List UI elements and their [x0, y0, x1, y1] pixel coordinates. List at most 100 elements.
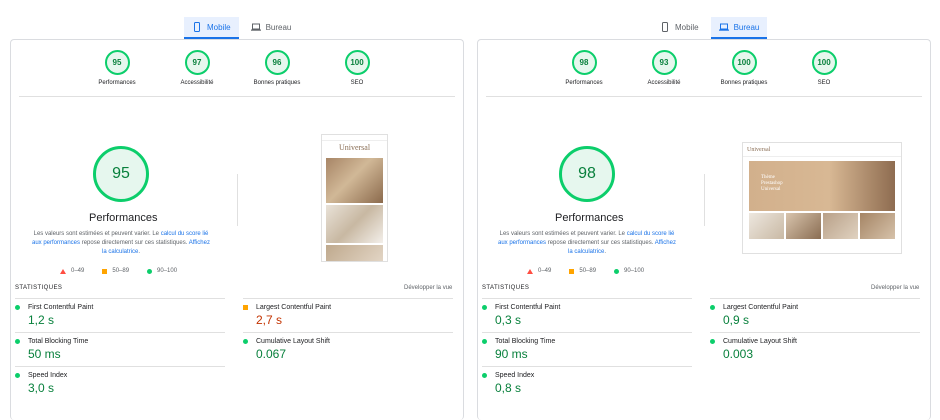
metric-name: Total Blocking Time: [28, 338, 89, 345]
triangle-icon: [60, 268, 66, 274]
divider: [704, 174, 705, 226]
score-legend: 0–49 50–89 90–100: [60, 268, 177, 274]
score-legend: 0–49 50–89 90–100: [527, 268, 644, 274]
summary-best-practices[interactable]: 100 Bonnes pratiques: [715, 50, 773, 86]
summary-performance[interactable]: 95 Performances: [88, 50, 146, 86]
laptop-icon: [250, 23, 261, 31]
score-gauge: 96: [264, 50, 290, 75]
phone-icon: [194, 22, 200, 32]
metric-fcp: First Contentful Paint 1,2 s: [15, 298, 225, 327]
score-gauge: 98: [571, 50, 597, 75]
tab-desktop-label: Bureau: [265, 22, 292, 32]
score-gauge: 100: [811, 50, 837, 75]
report-panel-mobile: 95 Performances 97 Accessibilité 96 Bonnes …: [10, 39, 464, 420]
metric-name: Speed Index: [28, 372, 68, 379]
square-icon: [243, 305, 248, 310]
product-image: [326, 205, 383, 243]
product-grid: [749, 213, 895, 239]
summary-accessibility[interactable]: 97 Accessibilité: [168, 50, 226, 86]
laptop-icon: [718, 23, 729, 31]
site-logo: Universal: [743, 143, 901, 157]
metric-value: 50 ms: [28, 347, 61, 361]
hero-image: Thème Prestashop Universal: [749, 161, 895, 211]
product-image: [823, 213, 858, 239]
stats-heading: STATISTIQUES: [482, 285, 530, 291]
device-tabs-left: Mobile Bureau: [184, 17, 299, 39]
metric-value: 3,0 s: [28, 381, 55, 395]
metric-cls: Cumulative Layout Shift 0.067: [243, 332, 453, 361]
summary-performance[interactable]: 98 Performances: [555, 50, 613, 86]
expand-view-toggle[interactable]: Développer la vue: [871, 285, 919, 291]
summary-label: Accessibilité: [647, 80, 681, 86]
metric-speed-index: Speed Index 0,8 s: [482, 366, 692, 395]
summary-seo[interactable]: 100 SEO: [795, 50, 853, 86]
metric-value: 0.067: [256, 347, 287, 361]
circle-icon: [147, 268, 153, 274]
metric-value: 0,9 s: [723, 313, 750, 327]
circle-icon: [614, 268, 620, 274]
performance-title: Performances: [89, 212, 158, 224]
metric-name: Speed Index: [495, 372, 535, 379]
product-image: [749, 213, 784, 239]
circle-icon: [15, 339, 20, 344]
desc-text: .: [138, 249, 141, 255]
page-screenshot-mobile: Universal: [321, 134, 388, 262]
legend-good: 90–100: [157, 268, 178, 274]
legend-average: 50–89: [579, 268, 597, 274]
metric-value: 0.003: [723, 347, 754, 361]
expand-view-toggle[interactable]: Développer la vue: [404, 285, 452, 291]
legend-average: 50–89: [112, 268, 130, 274]
device-tabs-right: Mobile Bureau: [652, 17, 768, 39]
metric-lcp: Largest Contentful Paint 0,9 s: [710, 298, 920, 327]
category-summary: 95 Performances 97 Accessibilité 96 Bonnes …: [11, 50, 463, 86]
divider: [237, 174, 238, 226]
metric-name: Largest Contentful Paint: [256, 304, 332, 311]
circle-icon: [710, 305, 715, 310]
score-gauge: 95: [104, 50, 130, 75]
tab-desktop-label: Bureau: [733, 22, 760, 32]
desc-text: repose directement sur ces statistiques.: [80, 240, 189, 246]
metric-fcp: First Contentful Paint 0,3 s: [482, 298, 692, 327]
performance-score-gauge: 98: [559, 146, 615, 202]
tab-mobile[interactable]: Mobile: [652, 17, 707, 39]
summary-label: Performances: [565, 80, 603, 86]
circle-icon: [482, 305, 487, 310]
metric-name: First Contentful Paint: [495, 304, 561, 311]
square-icon: [102, 268, 108, 274]
square-icon: [569, 268, 575, 274]
tab-desktop[interactable]: Bureau: [710, 17, 768, 39]
category-summary: 98 Performances 93 Accessibilité 100 Bonnes…: [478, 50, 930, 86]
performance-score-gauge: 95: [93, 146, 149, 202]
circle-icon: [710, 339, 715, 344]
tab-mobile-label: Mobile: [675, 22, 699, 32]
desc-text: repose directement sur ces statistiques.: [546, 240, 655, 246]
triangle-icon: [527, 268, 533, 274]
product-image: [326, 245, 383, 261]
phone-icon: [662, 22, 668, 32]
tab-desktop[interactable]: Bureau: [243, 17, 300, 39]
tab-mobile[interactable]: Mobile: [184, 17, 239, 39]
metric-name: First Contentful Paint: [28, 304, 94, 311]
legend-good: 90–100: [624, 268, 645, 274]
desc-text: Les valeurs sont estimées et peuvent var…: [499, 231, 627, 237]
circle-icon: [15, 305, 20, 310]
legend-poor: 0–49: [71, 268, 85, 274]
metric-speed-index: Speed Index 3,0 s: [15, 366, 225, 395]
score-gauge: 100: [731, 50, 757, 75]
summary-label: Bonnes pratiques: [720, 80, 768, 86]
summary-seo[interactable]: 100 SEO: [328, 50, 386, 86]
report-panel-desktop: 98 Performances 93 Accessibilité 100 Bonnes…: [477, 39, 931, 420]
circle-icon: [482, 373, 487, 378]
hero-heading: Thème Prestashop Universal: [761, 175, 783, 192]
metric-value: 90 ms: [495, 347, 528, 361]
summary-accessibility[interactable]: 93 Accessibilité: [635, 50, 693, 86]
desc-text: Les valeurs sont estimées et peuvent var…: [33, 231, 161, 237]
product-image: [786, 213, 821, 239]
summary-best-practices[interactable]: 96 Bonnes pratiques: [248, 50, 306, 86]
stats-heading: STATISTIQUES: [15, 285, 63, 291]
score-description: Les valeurs sont estimées et peuvent var…: [495, 230, 679, 257]
summary-label: Accessibilité: [180, 80, 214, 86]
metric-tbt: Total Blocking Time 50 ms: [15, 332, 225, 361]
legend-poor: 0–49: [538, 268, 552, 274]
summary-label: SEO: [350, 80, 364, 86]
